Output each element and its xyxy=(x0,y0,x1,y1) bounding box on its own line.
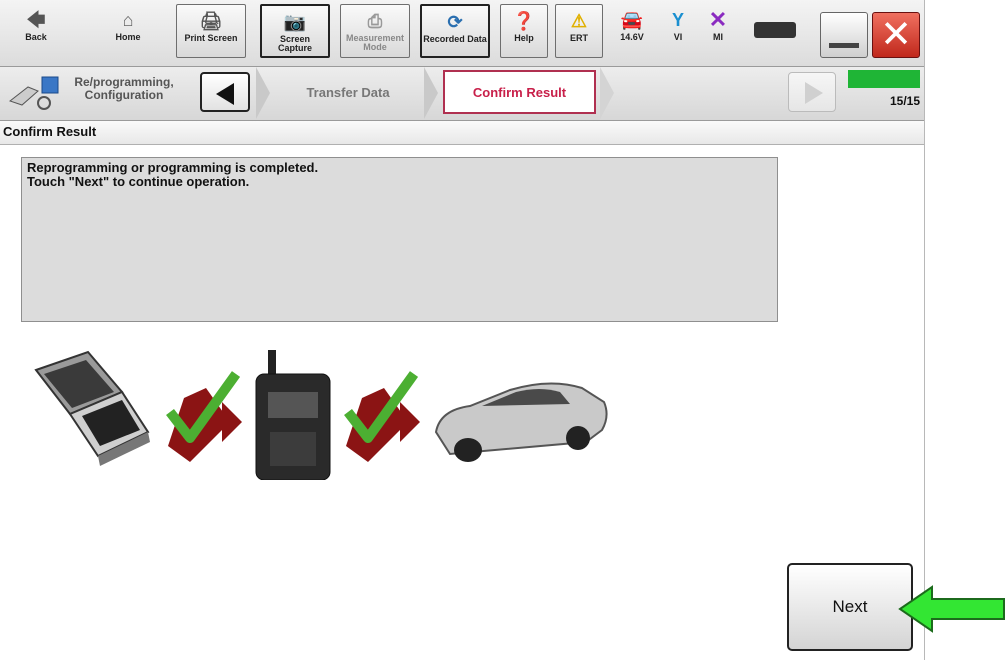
recorded-data-icon: ⟳ xyxy=(447,12,463,32)
close-icon: ✕ xyxy=(880,14,912,56)
print-screen-button[interactable]: 🖨 Print Screen xyxy=(176,4,246,58)
home-icon: ⌂ xyxy=(122,10,134,30)
message-line: Touch "Next" to continue operation. xyxy=(27,174,250,189)
message-box: Reprogramming or programming is complete… xyxy=(21,157,778,322)
chevron-separator xyxy=(600,67,614,119)
step-navigation-bar: Re/programming, Configuration Transfer D… xyxy=(0,67,924,121)
app-window: 🡄 Back ⌂ Home 🖨 Print Screen 📷 Screen Ca… xyxy=(0,0,925,660)
checkmark-icon xyxy=(166,371,242,462)
ert-button[interactable]: ⚠ ERT xyxy=(555,4,603,58)
signal-icon: Y xyxy=(671,10,684,30)
close-button[interactable]: ✕ xyxy=(872,12,920,58)
minimize-button[interactable] xyxy=(820,12,868,58)
laptop-icon xyxy=(34,350,150,466)
warning-icon: ⚠ xyxy=(570,11,588,31)
vehicle-interface-icon xyxy=(255,350,331,481)
screen-capture-button[interactable]: 📷 Screen Capture xyxy=(260,4,330,58)
next-step-button[interactable] xyxy=(788,72,836,112)
progress-fill xyxy=(848,70,920,88)
help-icon: ❓ xyxy=(512,11,536,31)
checkmark-icon xyxy=(344,371,420,462)
measurement-icon: ⎙ xyxy=(367,11,383,31)
car-icon xyxy=(434,382,608,462)
back-arrow-icon: 🡄 xyxy=(26,10,46,30)
battery-icon xyxy=(754,22,796,38)
mi-indicator: ✕ MI xyxy=(700,4,736,58)
chevron-separator xyxy=(424,67,438,119)
help-button[interactable]: ❓ Help xyxy=(500,4,548,58)
right-triangle-icon xyxy=(805,82,823,104)
reprogramming-icon xyxy=(8,75,62,111)
page-title: Confirm Result xyxy=(0,121,924,145)
minimize-icon xyxy=(829,43,859,48)
connection-diagram xyxy=(30,350,620,481)
camera-icon: 📷 xyxy=(283,12,307,32)
recorded-data-button[interactable]: ⟳ Recorded Data xyxy=(420,4,490,58)
car-icon: 🚘 xyxy=(620,10,644,30)
previous-button[interactable] xyxy=(200,72,250,112)
progress-bar xyxy=(848,70,920,88)
battery-voltage-indicator: 🚘 14.6V xyxy=(610,4,654,58)
message-line: Reprogramming or programming is complete… xyxy=(27,160,319,175)
printer-icon: 🖨 xyxy=(199,11,223,31)
vi-indicator: Y VI xyxy=(660,4,696,58)
next-button[interactable]: Next xyxy=(787,563,913,651)
step-confirm-result: Confirm Result xyxy=(443,70,596,114)
left-triangle-icon xyxy=(216,83,234,105)
progress-count: 15/15 xyxy=(889,94,920,108)
back-button[interactable]: 🡄 Back xyxy=(8,4,64,58)
home-button[interactable]: ⌂ Home xyxy=(100,4,156,58)
measurement-mode-button[interactable]: ⎙ Measurement Mode xyxy=(340,4,410,58)
section-title: Re/programming, Configuration xyxy=(74,75,174,102)
step-transfer-data: Transfer Data xyxy=(306,84,390,100)
toolbar: 🡄 Back ⌂ Home 🖨 Print Screen 📷 Screen Ca… xyxy=(0,0,924,67)
pointer-arrow-icon xyxy=(898,585,1006,633)
chevron-separator xyxy=(256,67,270,119)
disconnected-x-icon: ✕ xyxy=(708,7,728,32)
